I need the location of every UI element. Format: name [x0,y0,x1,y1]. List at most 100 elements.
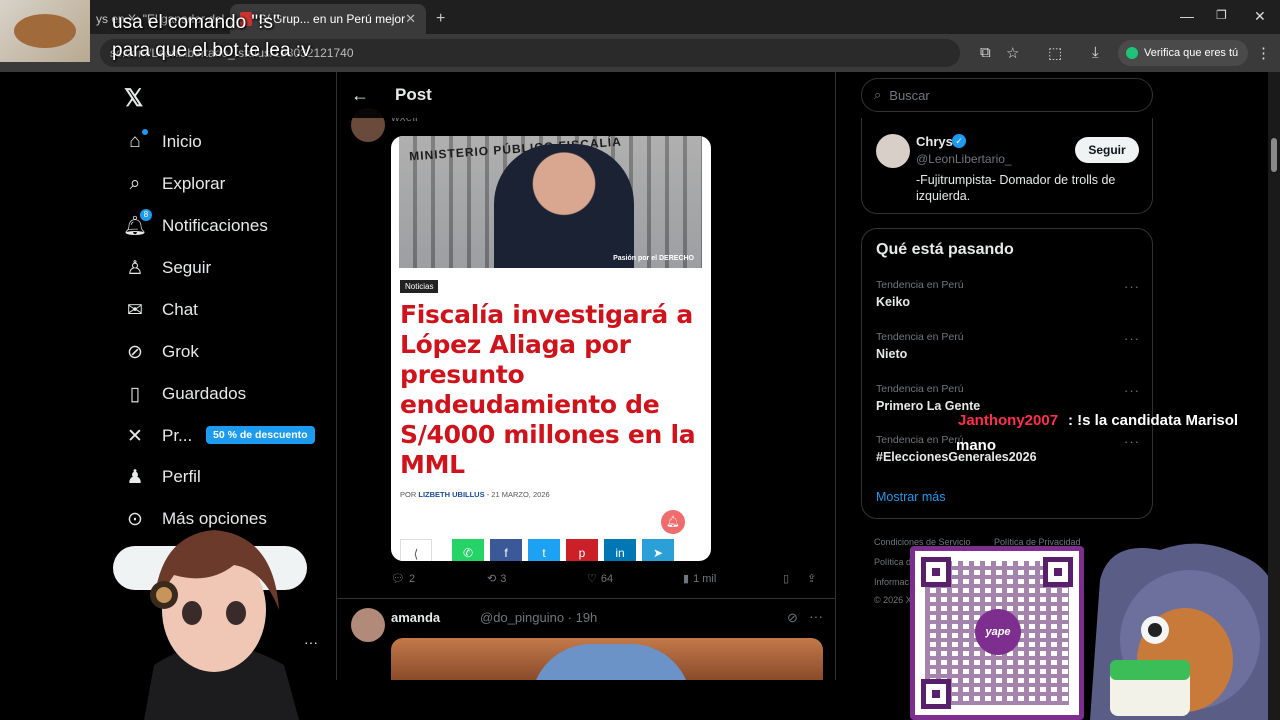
footer-link[interactable]: Informac [874,577,909,587]
vtuber-avatar [144,530,299,720]
nav-label: Pr... [162,426,193,445]
close-icon[interactable]: ✕ [405,11,416,27]
heart-icon: ♡ [587,573,597,585]
trend-item[interactable]: Nieto [876,347,907,361]
divider [337,598,835,599]
trend-context: Tendencia en Perú [876,383,964,395]
trends-title: Qué está pasando [876,241,1014,258]
search-icon: ⌕ [874,87,882,102]
scrollbar-thumb[interactable] [1271,138,1277,172]
nav-label: Seguir [162,258,212,277]
post-column: wxell MINISTERIO PÚBLICO FISCALÍA Pasión… [336,72,836,680]
back-arrow-icon[interactable]: ← [351,85,369,106]
nav-item-grok[interactable]: ⊘ Grok [124,337,199,367]
like-button[interactable]: ♡ 64 [587,572,613,586]
user-handle[interactable]: @LeonLibertario_ [916,152,1012,166]
nav-item-notificaciones[interactable]: 🔔︎ 8 Notificaciones [123,209,268,241]
nav-label: Chat [162,300,198,319]
views-icon: ▮ [683,573,690,585]
post-author-handle[interactable]: @do_pinguino · 19h [480,610,597,625]
search-input[interactable]: ⌕ Buscar [861,78,1153,112]
twitter-icon: t [528,539,560,561]
nav-label: Notificaciones [162,216,268,235]
reply-button[interactable]: 💬︎ 2 [391,572,415,586]
share-icon: ⟨ [400,539,432,561]
views-button[interactable]: ▮ 1 mil [683,572,717,586]
nav-item-explorar[interactable]: ⌕ Explorar [124,169,226,199]
verify-chip[interactable]: Verifica que eres tú [1118,40,1249,66]
nav-item-guardados[interactable]: ▯ Guardados [124,379,246,409]
new-tab-button[interactable]: + [430,4,456,34]
search-icon: ⌕ [129,173,141,194]
nav-label: Inicio [162,132,202,151]
download-icon[interactable]: ⤓ [1092,44,1099,61]
reply-icon: 💬︎ [391,573,405,585]
page-title: Post [395,85,432,104]
telegram-icon: ➤ [642,539,674,561]
views-count: 1 mil [693,572,717,585]
footer-link[interactable]: Política d [874,557,911,567]
trend-more-icon[interactable]: ··· [1124,383,1140,398]
tab-title: S/ Grup... en un Perú mejor [258,12,406,26]
extensions-icon[interactable]: ⬚ [1048,44,1062,62]
bookmark-icon: ▯ [129,383,141,405]
maximize-icon[interactable]: ❐ [1216,8,1227,22]
post-media[interactable] [391,638,823,680]
trend-more-icon[interactable]: ··· [1124,434,1140,449]
article-photo: MINISTERIO PÚBLICO FISCALÍA Pasión por e… [399,136,702,268]
nav-label: Explorar [162,174,226,193]
trend-more-icon[interactable]: ··· [1124,331,1140,346]
verify-label: Verifica que eres tú [1144,47,1239,59]
stream-caption-line1: usa el comando "!s" [112,12,280,33]
window-close-icon[interactable]: ✕ [1254,8,1266,25]
article-image[interactable]: MINISTERIO PÚBLICO FISCALÍA Pasión por e… [391,136,711,561]
nav-item-inicio[interactable]: ⌂ Inicio [124,127,202,157]
stream-caption-line2: para que el bot te lea :v [112,40,311,61]
avatar[interactable] [351,608,385,642]
byline-date: 21 MARZO, 2026 [491,490,550,499]
person-icon: ♟ [126,466,144,488]
show-more-link[interactable]: Mostrar más [876,490,945,504]
nav-item-chat[interactable]: ✉ Chat [124,295,198,325]
post-actions: 💬︎ 2 ⟲ 3 ♡ 64 ▮ 1 mil ▯ ⇪ [391,572,821,590]
repost-button[interactable]: ⟲ 3 [487,572,507,586]
who-to-follow-card: Chrys ✓ @LeonLibertario_ -Fujitrumpista-… [861,118,1153,214]
nav-item-perfil[interactable]: ♟ Perfil [124,462,201,492]
byline-author: LIZBETH UBILLUS [418,490,485,499]
whatsapp-icon: ✆ [452,539,484,561]
verify-icon [1126,47,1138,59]
trend-more-icon[interactable]: ··· [1124,279,1140,294]
menu-dots-icon[interactable]: ⋮ [1256,44,1271,62]
chat-username: Janthony2007 [958,412,1059,429]
post-author-name[interactable]: amanda [391,610,440,625]
nav-item-premium[interactable]: ✕ Pr... [124,421,192,451]
facebook-icon: f [490,539,522,561]
linkedin-icon: in [604,539,636,561]
bookmark-button[interactable]: ▯ [783,572,789,585]
grok-icon[interactable]: ⊘ [787,610,798,626]
post-more-icon[interactable]: ··· [809,608,823,624]
install-icon[interactable]: ⧉ [980,44,991,61]
bookmark-icon: ▯ [783,573,790,585]
notification-badge: 8 [140,209,152,221]
grok-icon: ⊘ [127,341,143,363]
nav-label: Perfil [162,467,201,486]
avatar[interactable] [876,134,910,168]
trends-panel: Qué está pasando Tendencia en Perú Keiko… [861,228,1153,519]
cat-image [0,0,90,62]
trend-item[interactable]: Primero La Gente [876,399,980,413]
minimize-icon[interactable]: — [1180,8,1194,24]
nav-label: Guardados [162,384,247,403]
user-name[interactable]: Chrys [916,134,953,149]
star-icon[interactable]: ☆ [1006,44,1019,62]
follow-button[interactable]: Seguir [1075,137,1139,163]
article-tag: Noticias [400,280,439,293]
search-placeholder: Buscar [889,87,930,103]
pinterest-icon: p [566,539,598,561]
nav-item-seguir[interactable]: ♙ Seguir [124,253,211,283]
mail-icon: ✉ [127,299,143,321]
repost-count: 3 [500,572,507,585]
share-button[interactable]: ⇪ [807,572,816,585]
trend-item[interactable]: Keiko [876,295,910,309]
trend-context: Tendencia en Perú [876,434,964,446]
